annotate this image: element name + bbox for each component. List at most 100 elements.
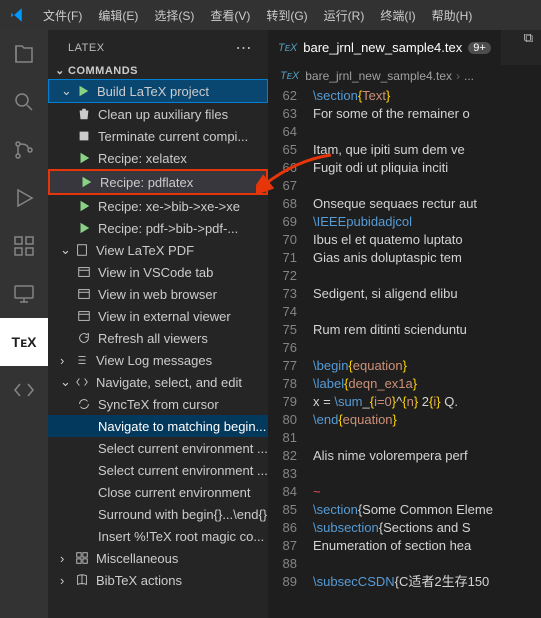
- misc-icon: [74, 550, 90, 566]
- tree-item[interactable]: View in web browser: [48, 283, 268, 305]
- blank-icon: [76, 506, 92, 522]
- menu-item[interactable]: 终端(I): [372, 7, 423, 24]
- tree-item[interactable]: ⌄ View LaTeX PDF: [48, 239, 268, 261]
- chevron-right-icon: ›: [60, 353, 72, 368]
- tree-item[interactable]: SyncTeX from cursor: [48, 393, 268, 415]
- tree-item[interactable]: Clean up auxiliary files: [48, 103, 268, 125]
- tree-item[interactable]: Refresh all viewers: [48, 327, 268, 349]
- tree-item[interactable]: Select current environment ...: [48, 459, 268, 481]
- tex-file-icon: TᴇX: [278, 42, 297, 54]
- editor-area: TᴇX bare_jrnl_new_sample4.tex 9+ ⧉ TᴇX b…: [268, 30, 541, 618]
- tree-item[interactable]: Recipe: pdflatex: [48, 169, 268, 195]
- tree-item[interactable]: Surround with begin{}...\end{}: [48, 503, 268, 525]
- activity-bar: TᴇX: [0, 30, 48, 618]
- play-icon: [78, 174, 94, 190]
- tex-file-icon: TᴇX: [280, 70, 299, 82]
- menu-item[interactable]: 帮助(H): [424, 7, 481, 24]
- more-actions-icon[interactable]: ⋯: [236, 38, 253, 58]
- tree-item[interactable]: View in VSCode tab: [48, 261, 268, 283]
- sidebar-title: LATEX: [68, 42, 105, 54]
- play-icon: [76, 198, 92, 214]
- latex-workshop-icon[interactable]: TᴇX: [0, 318, 48, 366]
- tree-item[interactable]: ›BibTeX actions: [48, 569, 268, 591]
- command-tree: ⌄ Build LaTeX project Clean up auxiliary f…: [48, 79, 268, 591]
- menu-item[interactable]: 运行(R): [316, 7, 373, 24]
- chevron-right-icon: ›: [456, 69, 460, 83]
- tree-item[interactable]: Terminate current compi...: [48, 125, 268, 147]
- tree-item-label: Insert %!TeX root magic co...: [98, 529, 264, 544]
- trash-icon: [76, 106, 92, 122]
- tree-item-label: Build LaTeX project: [97, 84, 209, 99]
- tree-item-label: Miscellaneous: [96, 551, 178, 566]
- remote-icon[interactable]: [0, 270, 48, 318]
- play-icon: [75, 83, 91, 99]
- list-icon: [74, 352, 90, 368]
- tab-tex[interactable]: TᴇX bare_jrnl_new_sample4.tex 9+: [268, 30, 502, 65]
- tree-item-label: BibTeX actions: [96, 573, 182, 588]
- tree-item-label: Clean up auxiliary files: [98, 107, 228, 122]
- tree-item[interactable]: Close current environment: [48, 481, 268, 503]
- tree-item[interactable]: Insert %!TeX root magic co...: [48, 525, 268, 547]
- tree-item-label: View in VSCode tab: [98, 265, 213, 280]
- blank-icon: [76, 440, 92, 456]
- chevron-down-icon: ⌄: [60, 242, 72, 258]
- source-control-icon[interactable]: [0, 126, 48, 174]
- code-area[interactable]: 6263646566676869707172737475767778798081…: [268, 87, 541, 618]
- tree-item-label: Refresh all viewers: [98, 331, 208, 346]
- tree-item-label: SyncTeX from cursor: [98, 397, 219, 412]
- editor-tabs: TᴇX bare_jrnl_new_sample4.tex 9+ ⧉: [268, 30, 541, 65]
- tree-item-label: Recipe: pdf->bib->pdf-...: [98, 221, 238, 236]
- search-icon[interactable]: [0, 78, 48, 126]
- extensions-icon[interactable]: [0, 222, 48, 270]
- chevron-down-icon: ⌄: [61, 83, 73, 99]
- tree-item-label: Select current environment ...: [98, 441, 268, 456]
- run-debug-icon[interactable]: [0, 174, 48, 222]
- tree-item[interactable]: Navigate to matching begin...: [48, 415, 268, 437]
- play-icon: [76, 150, 92, 166]
- tree-item-label: View LaTeX PDF: [96, 243, 194, 258]
- tree-item[interactable]: Recipe: xelatex: [48, 147, 268, 169]
- tree-item-label: Select current environment ...: [98, 463, 268, 478]
- menu-item[interactable]: 文件(F): [35, 7, 90, 24]
- tree-item-label: Surround with begin{}...\end{}: [98, 507, 267, 522]
- tree-item[interactable]: Recipe: pdf->bib->pdf-...: [48, 217, 268, 239]
- tree-item-label: Recipe: pdflatex: [100, 175, 193, 190]
- play-icon: [76, 220, 92, 236]
- tree-item[interactable]: Select current environment ...: [48, 437, 268, 459]
- tree-item-label: Recipe: xelatex: [98, 151, 187, 166]
- tree-item[interactable]: View in external viewer: [48, 305, 268, 327]
- compare-icon[interactable]: ⧉: [524, 30, 533, 65]
- sidebar: LATEX ⋯ ⌄ COMMANDS ⌄ Build LaTeX project C…: [48, 30, 268, 618]
- chevron-down-icon: ⌄: [52, 64, 68, 77]
- window-icon: [76, 286, 92, 302]
- book-icon: [74, 572, 90, 588]
- menu-item[interactable]: 转到(G): [258, 7, 315, 24]
- tree-item-label: View in external viewer: [98, 309, 231, 324]
- tree-item[interactable]: ⌄ Build LaTeX project: [48, 79, 268, 103]
- tree-item[interactable]: › Miscellaneous: [48, 547, 268, 569]
- tree-item-label: View in web browser: [98, 287, 217, 302]
- tree-item[interactable]: › View Log messages: [48, 349, 268, 371]
- breadcrumb[interactable]: TᴇX bare_jrnl_new_sample4.tex › ...: [268, 65, 541, 87]
- window-icon: [76, 308, 92, 324]
- explorer-icon[interactable]: [0, 30, 48, 78]
- blank-icon: [76, 418, 92, 434]
- tags-icon[interactable]: [0, 366, 48, 414]
- tree-item-label: View Log messages: [96, 353, 212, 368]
- menu-item[interactable]: 查看(V): [202, 7, 258, 24]
- pdf-icon: [74, 242, 90, 258]
- tree-item-label: Close current environment: [98, 485, 250, 500]
- menu-item[interactable]: 选择(S): [146, 7, 202, 24]
- code-icon: [74, 374, 90, 390]
- blank-icon: [76, 484, 92, 500]
- section-commands[interactable]: ⌄ COMMANDS: [48, 62, 268, 79]
- window-icon: [76, 264, 92, 280]
- refresh-icon: [76, 330, 92, 346]
- tree-item[interactable]: ⌄Navigate, select, and edit: [48, 371, 268, 393]
- stop-icon: [76, 128, 92, 144]
- menu-item[interactable]: 编辑(E): [90, 7, 146, 24]
- blank-icon: [76, 528, 92, 544]
- chevron-down-icon: ⌄: [60, 374, 72, 390]
- chevron-right-icon: ›: [60, 551, 72, 566]
- tree-item[interactable]: Recipe: xe->bib->xe->xe: [48, 195, 268, 217]
